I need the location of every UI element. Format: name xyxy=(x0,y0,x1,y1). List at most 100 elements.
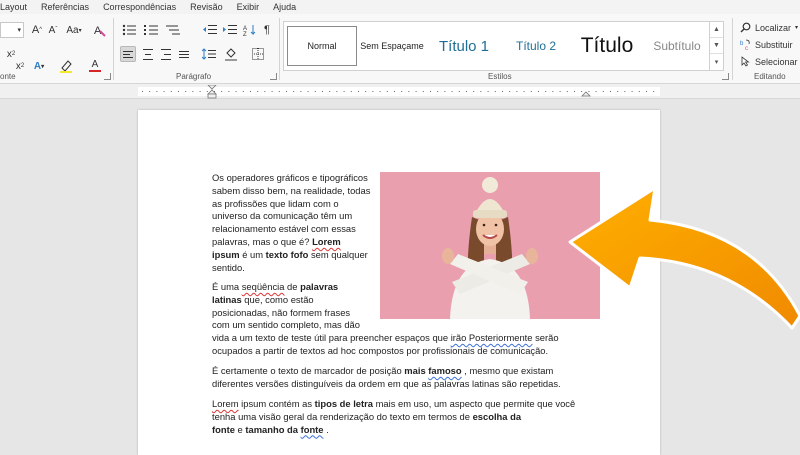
grow-font-button[interactable]: A ^ xyxy=(30,22,44,38)
tab-correspondencias[interactable]: Correspondências xyxy=(96,2,183,12)
text-run: que, como estão xyxy=(241,293,314,305)
right-indent-marker-icon[interactable] xyxy=(581,90,591,98)
ruler-tick xyxy=(358,91,359,92)
style-sem-espacamento[interactable]: Sem Espaçame xyxy=(360,22,424,70)
paragraph-3[interactable]: É certamente o texto de marcador de posi… xyxy=(212,365,561,391)
text-line: relacionamento estável com essas xyxy=(212,223,356,235)
ruler-tick xyxy=(286,91,287,92)
text-line: palavras, mas o que é? Lorem xyxy=(212,236,370,249)
svg-text:Z: Z xyxy=(243,32,247,36)
align-right-button[interactable] xyxy=(158,46,174,62)
ruler-tick xyxy=(437,91,439,92)
borders-button[interactable] xyxy=(248,46,268,62)
ruler-tick xyxy=(235,91,237,92)
text-line: sentido. xyxy=(212,261,245,273)
search-icon xyxy=(740,22,751,33)
find-button[interactable]: Localizar ▾ xyxy=(740,22,798,33)
tab-ajuda[interactable]: Ajuda xyxy=(266,2,303,12)
paragraph-4[interactable]: Lorem ipsum contém as tipos de letra mai… xyxy=(212,398,575,436)
ruler-tick xyxy=(610,91,611,92)
change-case-button[interactable]: Aa ▾ xyxy=(64,22,84,38)
show-formatting-button[interactable]: ¶ xyxy=(260,22,274,38)
styles-group-launcher[interactable] xyxy=(722,73,729,80)
replace-icon: b c xyxy=(740,39,750,50)
ruler-tick xyxy=(192,91,194,92)
bold-word: escolha da xyxy=(472,410,522,422)
ruler-tick xyxy=(494,91,496,92)
paragraph-group-label: Parágrafo xyxy=(176,72,212,81)
paint-bucket-icon xyxy=(225,48,237,61)
increase-indent-button[interactable] xyxy=(222,22,238,38)
ruler-tick xyxy=(545,91,547,92)
style-titulo[interactable]: Título xyxy=(574,22,640,70)
font-color-button[interactable]: A xyxy=(84,58,106,74)
ruler-tick xyxy=(466,91,467,92)
horizontal-ruler[interactable] xyxy=(0,84,800,99)
ruler-tick xyxy=(631,91,633,92)
ruler-tick xyxy=(415,91,417,92)
tab-revisao[interactable]: Revisão xyxy=(183,2,230,12)
paragraph-1[interactable]: Os operadores gráficos e tipográficos sa… xyxy=(212,172,370,274)
text-line: com um sentido completo, mas dão xyxy=(212,319,360,331)
multilevel-list-button[interactable] xyxy=(164,22,182,38)
text-line: Os operadores gráficos e tipográficos xyxy=(212,172,368,183)
sort-button[interactable]: A Z xyxy=(242,22,258,38)
ruler-tick xyxy=(394,91,395,92)
bullet-list-icon xyxy=(122,24,136,36)
highlighter-icon xyxy=(60,60,72,73)
ruler-tick xyxy=(638,91,640,92)
scroll-down-icon[interactable]: ▼ xyxy=(710,38,723,54)
text-run: , mesmo que existam xyxy=(461,365,554,376)
align-left-button[interactable] xyxy=(120,46,136,62)
style-titulo-1[interactable]: Título 1 xyxy=(430,22,498,70)
style-subtitulo[interactable]: Subtítulo xyxy=(644,22,710,70)
align-center-icon xyxy=(143,47,153,62)
indent-marker-icon[interactable] xyxy=(207,85,217,99)
font-color-swatch xyxy=(89,70,101,72)
style-normal[interactable]: Normal xyxy=(287,26,357,66)
ruler-tick xyxy=(595,91,597,92)
shading-button[interactable] xyxy=(222,46,242,62)
ruler-tick xyxy=(372,91,374,92)
text-line: sabem disso bem, na realidade, todas xyxy=(212,184,371,196)
spelling-error-word: Lorem xyxy=(312,235,341,247)
select-button[interactable]: Selecionar ▾ xyxy=(740,56,800,67)
decrease-indent-button[interactable] xyxy=(202,22,218,38)
scroll-up-icon[interactable]: ▲ xyxy=(710,22,723,38)
ruler-tick xyxy=(142,91,143,92)
shrink-font-label: A xyxy=(48,24,56,36)
font-group-launcher[interactable] xyxy=(104,73,111,80)
ruler-tick xyxy=(617,91,619,92)
paragraph-group-launcher[interactable] xyxy=(270,73,277,80)
more-styles-icon[interactable]: ▾ xyxy=(710,54,723,70)
tab-exibir[interactable]: Exibir xyxy=(230,2,267,12)
ribbon: ▾ A ^ Aˇ Aa ▾ A x2 x2 A ▾ A onte A Z ¶ P… xyxy=(0,14,800,84)
shrink-font-button[interactable]: Aˇ xyxy=(46,22,60,38)
justify-button[interactable] xyxy=(176,46,192,62)
text-line: fonte e tamanho da fonte . xyxy=(212,424,575,437)
separator xyxy=(279,18,280,80)
tab-referencias[interactable]: Referências xyxy=(34,2,96,12)
highlight-button[interactable] xyxy=(56,58,78,74)
ruler-tick xyxy=(444,91,446,92)
find-label: Localizar xyxy=(755,22,792,33)
bullets-button[interactable] xyxy=(120,22,138,38)
line-spacing-button[interactable] xyxy=(200,46,218,62)
ruler-tick xyxy=(199,91,201,92)
replace-button[interactable]: b c Substituir xyxy=(740,39,793,51)
ruler-tick xyxy=(379,91,381,92)
ruler-tick xyxy=(300,91,302,92)
chevron-down-icon: ▾ xyxy=(17,27,21,34)
spelling-error-word: seqüência xyxy=(241,281,285,292)
orange-arrow-icon xyxy=(568,186,800,330)
font-size-dropdown[interactable]: ▾ xyxy=(0,22,24,38)
text-run: É certamente o texto de marcador de posi… xyxy=(212,365,405,376)
ruler-tick xyxy=(185,91,187,92)
style-titulo-2[interactable]: Título 2 xyxy=(506,22,566,70)
tab-layout[interactable]: Layout xyxy=(0,2,34,12)
numbering-button[interactable] xyxy=(142,22,160,38)
align-center-button[interactable] xyxy=(140,46,156,62)
ruler-tick xyxy=(530,91,532,92)
text-effects-button[interactable]: A ▾ xyxy=(30,58,48,74)
clear-formatting-button[interactable]: A xyxy=(92,22,108,38)
